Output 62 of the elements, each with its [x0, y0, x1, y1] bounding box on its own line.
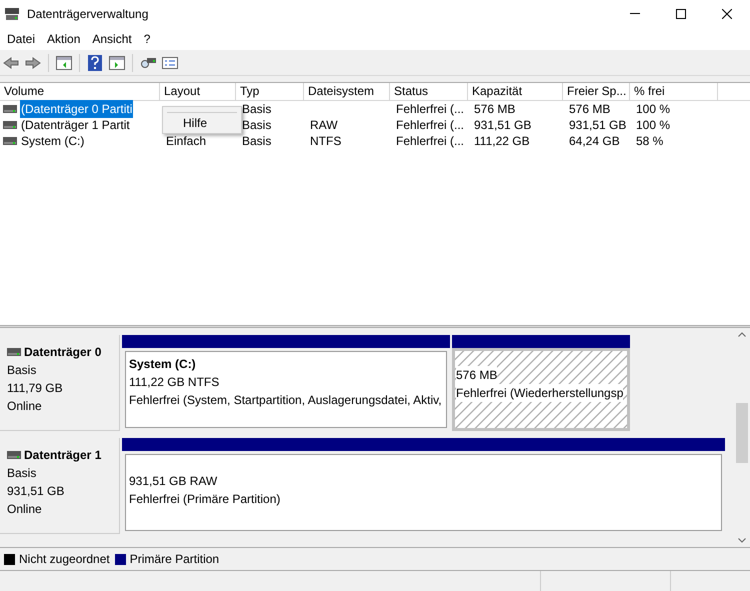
disk-size: 111,79 GB [7, 380, 64, 397]
table-cell-text: Einfach [165, 133, 208, 149]
partition-title: System (C:) [129, 356, 197, 373]
table-cell-text: RAW [309, 117, 339, 133]
partition-block[interactable]: 576 MB Fehlerfrei (Wiederherstellungsp [452, 348, 630, 431]
table-cell[interactable]: (Datenträger 0 Partiti [20, 100, 134, 118]
menu-item[interactable]: Hilfe [163, 115, 241, 131]
disk-status: Online [7, 501, 43, 518]
scroll-down-icon[interactable] [738, 538, 746, 543]
table-cell-text: 931,51 GB [473, 117, 532, 133]
disk-type: Basis [7, 362, 38, 379]
column-header[interactable]: % frei [630, 83, 718, 101]
drive-icon [3, 137, 17, 145]
disk-status: Online [7, 398, 43, 415]
disk-name: Datenträger 0 [24, 344, 102, 361]
table-cell-text: 111,22 GB [473, 133, 531, 149]
table-cell-text: Fehlerfrei (... [395, 101, 466, 117]
column-header[interactable]: Status [390, 83, 468, 101]
table-cell-text: Basis [241, 101, 272, 117]
table-cell-text: 64,24 GB [568, 133, 621, 149]
drive-icon [3, 105, 17, 113]
drive-icon [7, 451, 21, 459]
help-icon[interactable] [85, 52, 105, 72]
column-header[interactable]: Kapazität [468, 83, 563, 101]
table-cell-text: 58 % [635, 133, 664, 149]
table-cell-text: NTFS [309, 133, 342, 149]
partition-size: 576 MB [456, 366, 498, 384]
menu-item[interactable]: Datei [1, 30, 42, 48]
table-cell-text: Fehlerfrei (... [395, 133, 466, 149]
table-cell-text: Fehlerfrei (... [395, 117, 466, 133]
close-icon[interactable] [722, 8, 732, 18]
window-title: Datenträgerverwaltung [27, 6, 148, 22]
column-header[interactable]: Freier Sp... [563, 83, 630, 101]
column-header[interactable]: Dateisystem [304, 83, 390, 101]
table-cell-text: Basis [241, 133, 272, 149]
scrollbar-thumb[interactable] [736, 403, 748, 463]
table-cell-text: 576 MB [473, 101, 516, 117]
table-cell-text: 100 % [635, 117, 672, 133]
disk-size: 931,51 GB [7, 483, 66, 500]
disk-type: Basis [7, 465, 38, 482]
maximize-icon[interactable] [676, 8, 686, 18]
table-cell[interactable]: System (C:) [20, 132, 86, 150]
table-cell-text: 100 % [635, 101, 672, 117]
app-icon [4, 6, 20, 20]
table-cell[interactable]: (Datenträger 1 Partit [20, 116, 131, 134]
menu-item[interactable]: Ansicht [86, 30, 138, 48]
partition-block[interactable]: 931,51 GB RAW Fehlerfrei (Primäre Partition) [125, 454, 722, 531]
partition-block[interactable]: System (C:) 111,22 GB NTFS Fehlerfrei (System, Startpartition, Auslagerungsdatei, Aktiv, [125, 351, 447, 428]
partition-status: Fehlerfrei (Wiederherstellungsp [456, 384, 624, 402]
scroll-up-icon[interactable] [738, 332, 746, 337]
table-cell-text: Basis [241, 117, 272, 133]
column-header[interactable]: Typ [236, 83, 304, 101]
disk-name: Datenträger 1 [24, 447, 102, 464]
menu-item[interactable]: ? [138, 30, 156, 48]
drive-icon [7, 348, 21, 356]
table-cell-text: 576 MB [568, 101, 612, 117]
menu-item[interactable]: Aktion [41, 30, 86, 48]
legend-label: Nicht zugeordnet [19, 551, 110, 568]
table-cell-text: 931,51 GB [568, 117, 628, 133]
drive-icon [3, 121, 17, 129]
column-header[interactable]: Layout [160, 83, 236, 101]
legend-label: Primäre Partition [130, 551, 220, 568]
